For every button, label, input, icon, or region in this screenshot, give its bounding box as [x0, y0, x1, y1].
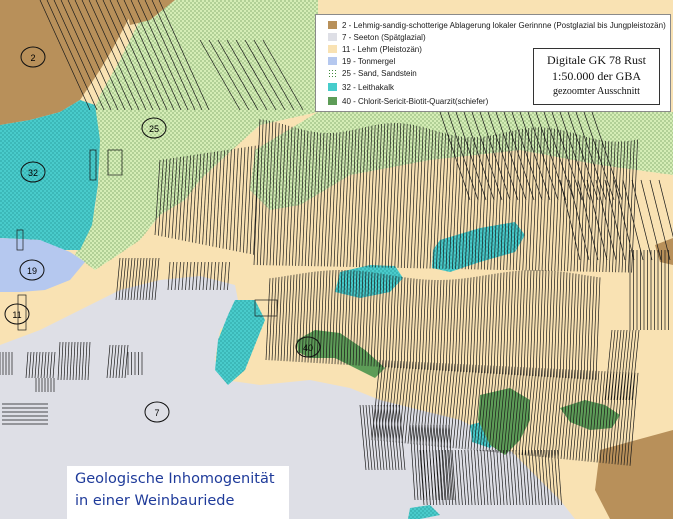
legend-item-11: 11 - Lehm (Pleistozän) — [328, 43, 422, 55]
svg-text:25: 25 — [149, 124, 159, 134]
map-info-title: Digitale GK 78 Rust — [547, 53, 646, 67]
legend-item-25: 25 - Sand, Sandstein — [328, 67, 417, 79]
caption-line-2: in einer Weinbauriede — [75, 493, 235, 509]
map-info-scale: 1:50.000 der GBA — [552, 69, 641, 83]
svg-text:2: 2 — [30, 53, 35, 63]
legend-label: 2 - Lehmig-sandig-schotterige Ablagerung… — [342, 20, 666, 30]
swatch-green-dotted-icon — [328, 69, 337, 77]
map-caption: Geologische Inhomogenität in einer Weinb… — [67, 466, 289, 519]
svg-text:32: 32 — [28, 168, 38, 178]
swatch-brown-icon — [328, 21, 337, 29]
legend-label: 7 - Seeton (Spätglazial) — [342, 32, 426, 42]
legend-item-19: 19 - Tonmergel — [328, 55, 395, 67]
svg-text:7: 7 — [154, 408, 159, 418]
caption-line-1: Geologische Inhomogenität — [75, 471, 275, 487]
swatch-blue-icon — [328, 57, 337, 65]
svg-text:19: 19 — [27, 266, 37, 276]
legend-label: 25 - Sand, Sandstein — [342, 68, 417, 78]
legend-label: 19 - Tonmergel — [342, 56, 396, 66]
map-info-box: Digitale GK 78 Rust 1:50.000 der GBA gez… — [533, 48, 660, 105]
svg-text:11: 11 — [12, 310, 21, 320]
legend-item-7: 7 - Seeton (Spätglazial) — [328, 31, 426, 43]
svg-text:40: 40 — [303, 343, 313, 353]
legend-label: 40 - Chlorit-Sericit-Biotit-Quarzit(schi… — [342, 96, 489, 106]
legend-item-2: 2 - Lehmig-sandig-schotterige Ablagerung… — [328, 19, 666, 31]
legend-item-32: 32 - Leithakalk — [328, 81, 394, 93]
swatch-cyan-icon — [328, 83, 337, 91]
legend-label: 32 - Leithakalk — [342, 82, 395, 92]
map-info-note: gezoomter Ausschnitt — [553, 86, 640, 97]
swatch-grey-icon — [328, 33, 337, 41]
swatch-dark-green-icon — [328, 97, 337, 105]
swatch-beige-icon — [328, 45, 337, 53]
legend-label: 11 - Lehm (Pleistozän) — [342, 44, 422, 54]
unit-32-area — [0, 100, 100, 250]
legend-item-40: 40 - Chlorit-Sericit-Biotit-Quarzit(schi… — [328, 95, 488, 107]
